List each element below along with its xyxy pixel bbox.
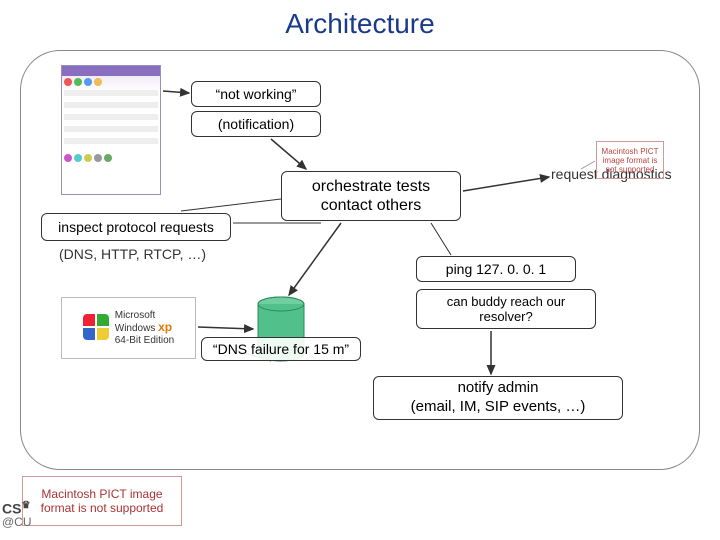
footer-logo: CS♛ @CU — [2, 500, 32, 529]
label-notification: (notification) — [191, 111, 321, 137]
slide-title: Architecture — [0, 8, 720, 40]
orchestrate-line2: contact others — [321, 196, 422, 215]
orchestrate-line1: orchestrate tests — [312, 177, 430, 196]
box-buddy-resolver: can buddy reach our resolver? — [416, 289, 596, 329]
windows-logo-text: MicrosoftWindows xp 64-Bit Edition — [115, 310, 174, 345]
crown-icon: ♛ — [21, 500, 30, 511]
application-screenshot-thumb — [61, 65, 161, 195]
placeholder-macpict-small: Macintosh PICT image format is not suppo… — [596, 141, 664, 179]
label-not-working: “not working” — [191, 81, 321, 107]
notify-line2: (email, IM, SIP events, …) — [411, 398, 586, 417]
placeholder-macpict-large: Macintosh PICT image format is not suppo… — [22, 476, 182, 526]
diagram-frame: “not working” (notification) inspect pro… — [20, 50, 700, 470]
windows-logo-box: MicrosoftWindows xp 64-Bit Edition — [61, 297, 196, 359]
label-protocols-list: (DNS, HTTP, RTCP, …) — [59, 246, 206, 262]
notify-line1: notify admin — [458, 379, 539, 398]
box-ping: ping 127. 0. 0. 1 — [416, 256, 576, 282]
box-orchestrate: orchestrate tests contact others — [281, 171, 461, 221]
windows-flag-icon — [83, 314, 111, 342]
box-notify-admin: notify admin (email, IM, SIP events, …) — [373, 376, 623, 420]
label-inspect-protocol: inspect protocol requests — [41, 213, 231, 241]
label-dns-failure: “DNS failure for 15 m” — [201, 337, 361, 361]
